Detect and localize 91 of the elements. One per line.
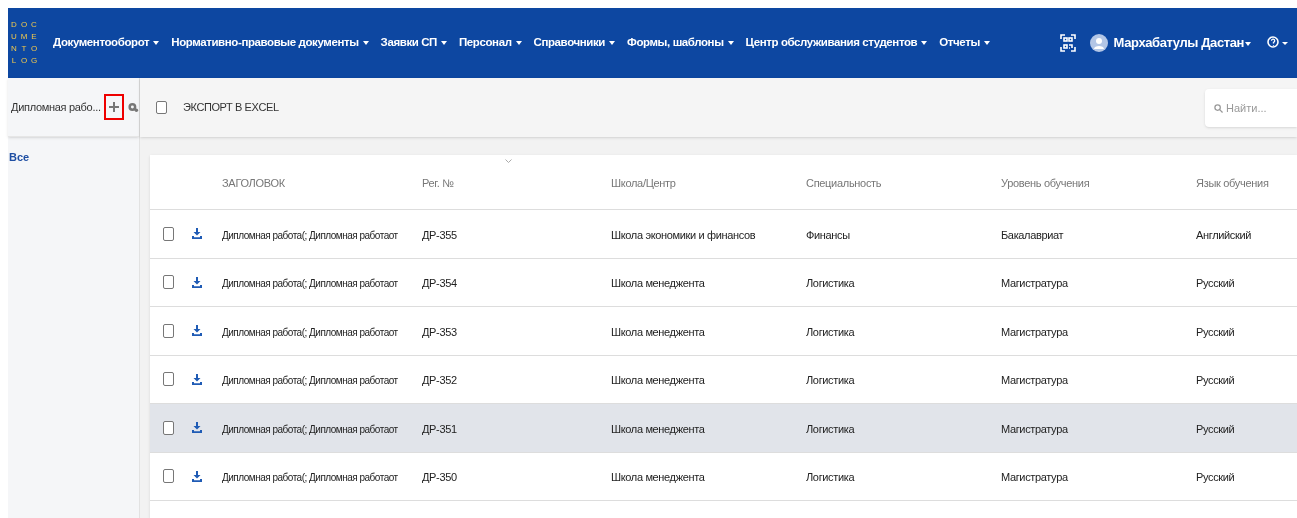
row-checkbox[interactable] xyxy=(163,226,174,241)
table-cell: Логистика xyxy=(806,422,855,435)
table-cell: Дипломная работа(; Дипломная работаот xyxy=(222,423,398,435)
table-cell: Русский xyxy=(1196,422,1235,435)
caret-icon xyxy=(441,41,447,45)
nav-menu-item[interactable]: Нормативно-правовые документы xyxy=(171,34,369,52)
download-icon[interactable] xyxy=(192,470,202,482)
plus-icon xyxy=(109,102,120,112)
download-icon[interactable] xyxy=(192,325,202,337)
nav-menu-item[interactable]: Заявки СП xyxy=(380,34,447,52)
column-header[interactable]: Уровень обучения xyxy=(1001,177,1090,189)
table-cell: Финансы xyxy=(806,228,850,241)
table-cell: ДР-352 xyxy=(422,374,457,387)
table-cell: Логистика xyxy=(806,325,855,338)
nav-menu-item[interactable]: Справочники xyxy=(533,34,615,52)
table-cell: ДР-353 xyxy=(422,325,457,338)
download-icon[interactable] xyxy=(192,422,202,434)
table-cell: Школа менеджента xyxy=(611,422,705,435)
logo[interactable]: D O C U M E N T O L O G xyxy=(9,19,39,67)
table-row[interactable]: Дипломная работа(; Дипломная работаот ДР-353 Школа менеджента Логистика Магистратура Русский xyxy=(150,307,1297,356)
table-cell: ДР-350 xyxy=(422,471,457,484)
column-header[interactable]: Язык обучения xyxy=(1196,177,1269,189)
table-cell: Школа экономики и финансов xyxy=(611,228,756,241)
search-icon xyxy=(1214,103,1223,113)
table-cell: Дипломная работа(; Дипломная работаот xyxy=(222,375,398,387)
table-cell: Английский xyxy=(1196,228,1251,241)
eye-settings-icon[interactable] xyxy=(128,101,139,113)
table-cell: Русский xyxy=(1196,325,1235,338)
row-checkbox[interactable] xyxy=(163,275,174,290)
table-cell: Логистика xyxy=(806,374,855,387)
table-row[interactable]: Дипломная работа(; Дипломная работаот ДР-355 Школа экономики и финансов Финансы Бакалавриат Английский xyxy=(150,210,1297,259)
caret-icon[interactable] xyxy=(1245,41,1251,46)
row-checkbox[interactable] xyxy=(163,323,174,338)
download-icon[interactable] xyxy=(192,276,202,288)
help-dropdown-icon[interactable] xyxy=(1267,36,1289,50)
qr-code-icon[interactable] xyxy=(1059,34,1076,52)
table-cell: Школа менеджента xyxy=(611,325,705,338)
column-header[interactable]: Школа/Центр xyxy=(611,177,676,189)
table-cell: Логистика xyxy=(806,471,855,484)
nav-menu-item[interactable]: Персонал xyxy=(459,34,522,52)
caret-icon xyxy=(362,41,369,45)
table-row[interactable]: Дипломная работа(; Дипломная работаот ДР-350 Школа менеджента Логистика Магистратура Русский xyxy=(150,452,1297,501)
nav-menu-item[interactable]: Формы, шаблоны xyxy=(627,34,734,52)
table-row[interactable]: Дипломная работа(; Дипломная работаот ДР-351 Школа менеджента Логистика Магистратура Русский xyxy=(150,404,1297,453)
select-all-checkbox[interactable] xyxy=(156,101,167,114)
add-button[interactable] xyxy=(103,94,125,120)
nav-menu-item[interactable]: Документооборот xyxy=(53,34,160,52)
download-icon[interactable] xyxy=(192,373,202,385)
export-button[interactable]: ЭКСПОРТ В EXCEL xyxy=(183,99,279,116)
caret-icon xyxy=(609,41,615,45)
table-cell: Школа менеджента xyxy=(611,277,705,290)
table-cell: Дипломная работа(; Дипломная работаот xyxy=(222,472,398,484)
table-cell: Магистратура xyxy=(1001,374,1068,387)
table-cell: Дипломная работа(; Дипломная работаот xyxy=(222,278,398,290)
caret-icon xyxy=(515,41,522,45)
caret-icon xyxy=(921,41,928,45)
avatar-icon[interactable] xyxy=(1089,34,1108,52)
nav-menu-item[interactable]: Отчеты xyxy=(939,34,990,52)
row-checkbox[interactable] xyxy=(163,420,174,435)
column-header[interactable]: Специальность xyxy=(806,177,882,189)
table-cell: Русский xyxy=(1196,374,1235,387)
column-header[interactable]: ЗАГОЛОВОК xyxy=(222,177,285,189)
table-row[interactable]: Дипломная работа(; Дипломная работаот ДР-352 Школа менеджента Логистика Магистратура Русский xyxy=(150,355,1297,404)
table-cell: Дипломная работа(; Дипломная работаот xyxy=(222,229,398,241)
nav-menu-item[interactable]: Центр обслуживания студентов xyxy=(745,34,928,52)
table-cell: Магистратура xyxy=(1001,325,1068,338)
table-cell: Бакалавриат xyxy=(1001,228,1064,241)
table-cell: Школа менеджента xyxy=(611,374,705,387)
caret-icon xyxy=(153,41,160,45)
table-cell: Русский xyxy=(1196,277,1235,290)
table-cell: Магистратура xyxy=(1001,471,1068,484)
user-menu[interactable]: Мархабатулы Дастан xyxy=(1113,33,1251,53)
row-checkbox[interactable] xyxy=(163,469,174,484)
table-cell: ДР-354 xyxy=(422,277,457,290)
table-cell: Школа менеджента xyxy=(611,471,705,484)
caret-icon xyxy=(983,41,990,45)
download-icon[interactable] xyxy=(192,228,202,240)
table-row[interactable]: Дипломная работа(; Дипломная работаот ДР-354 Школа менеджента Логистика Магистратура Русский xyxy=(150,258,1297,307)
sidebar-filter[interactable]: Все xyxy=(9,149,30,166)
table-cell: ДР-351 xyxy=(422,422,457,435)
caret-icon xyxy=(727,41,734,45)
table-cell: Русский xyxy=(1196,471,1235,484)
table-cell: ДР-355 xyxy=(422,228,457,241)
table-cell: Логистика xyxy=(806,277,855,290)
sidebar-title: Дипломная рабо... xyxy=(11,99,101,115)
table-cell: Магистратура xyxy=(1001,277,1068,290)
row-checkbox[interactable] xyxy=(163,372,174,387)
table-cell: Дипломная работа(; Дипломная работаот xyxy=(222,326,398,338)
column-header[interactable]: Рег. № xyxy=(422,177,454,189)
table-cell: Магистратура xyxy=(1001,422,1068,435)
search-field[interactable]: Найти... xyxy=(1205,88,1297,127)
